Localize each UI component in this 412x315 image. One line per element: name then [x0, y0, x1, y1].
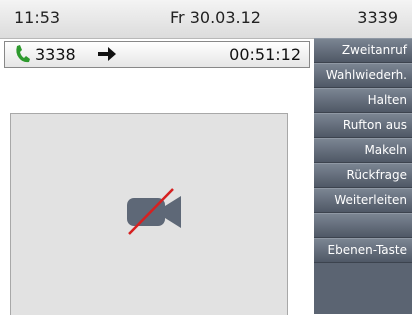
own-extension: 3339 [357, 8, 398, 27]
call-duration: 00:51:12 [229, 45, 301, 64]
menu-item-rufton-aus[interactable]: Rufton aus [314, 113, 412, 138]
date: Fr 30.03.12 [170, 8, 261, 27]
arrow-right-icon [98, 47, 116, 61]
video-area [10, 113, 288, 315]
menu-item-wahlwiederholung[interactable]: Wahlwiederh. [314, 63, 412, 88]
menu-item-ebenen-taste[interactable]: Ebenen-Taste [314, 238, 412, 263]
video-off-icon [127, 188, 181, 235]
softkey-menu: Zweitanruf Wahlwiederh. Halten Rufton au… [314, 38, 412, 314]
menu-item-empty[interactable] [314, 213, 412, 238]
menu-item-rueckfrage[interactable]: Rückfrage [314, 163, 412, 188]
clock-time: 11:53 [14, 8, 61, 27]
call-number: 3338 [35, 45, 76, 64]
handset-icon [16, 45, 30, 63]
active-call-bar[interactable]: 3338 00:51:12 [4, 41, 310, 68]
menu-item-makeln[interactable]: Makeln [314, 138, 412, 163]
menu-item-zweitanruf[interactable]: Zweitanruf [314, 38, 412, 63]
menu-item-weiterleiten[interactable]: Weiterleiten [314, 188, 412, 213]
status-bar: 11:53 Fr 30.03.12 3339 [0, 0, 412, 39]
menu-item-halten[interactable]: Halten [314, 88, 412, 113]
